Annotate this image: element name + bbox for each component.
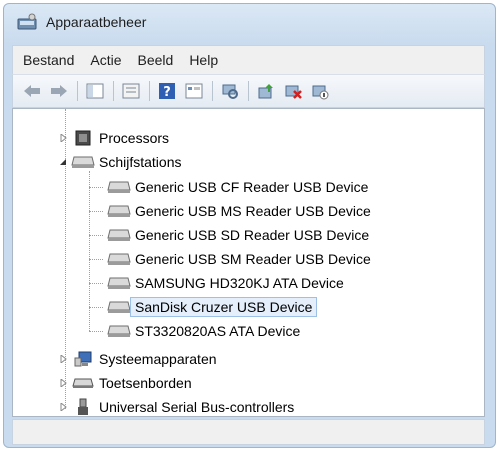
tree-node-label: Schijfstations bbox=[99, 154, 182, 170]
tree-node-label: Universal Serial Bus-controllers bbox=[99, 399, 295, 415]
tree-node-label: Processors bbox=[99, 130, 170, 146]
tree-node-label: SAMSUNG HD320KJ ATA Device bbox=[135, 275, 344, 291]
disk-drive-icon bbox=[107, 250, 131, 268]
tree-node-toetsenborden[interactable]: Toetsenborden bbox=[57, 371, 192, 395]
toolbar-separator bbox=[212, 81, 213, 101]
expand-arrow-icon[interactable] bbox=[57, 353, 69, 365]
expand-arrow-icon[interactable] bbox=[57, 132, 69, 144]
toolbar-separator bbox=[77, 81, 78, 101]
toolbar-separator bbox=[149, 81, 150, 101]
tree-node-schijfstations[interactable]: Schijfstations bbox=[57, 150, 181, 174]
forward-arrow-icon[interactable] bbox=[48, 80, 70, 102]
scan-hardware-icon[interactable] bbox=[219, 80, 241, 102]
toolbar-separator bbox=[248, 81, 249, 101]
help-icon[interactable]: ? bbox=[156, 80, 178, 102]
disk-drive-icon bbox=[71, 153, 95, 171]
menu-help[interactable]: Help bbox=[189, 52, 218, 68]
disable-icon[interactable] bbox=[309, 80, 331, 102]
back-arrow-icon[interactable] bbox=[21, 80, 43, 102]
menu-bar: Bestand Actie Beeld Help bbox=[12, 45, 485, 74]
disk-drive-icon bbox=[107, 274, 131, 292]
tree-connector-line bbox=[89, 283, 103, 284]
tree-node-device[interactable]: Generic USB CF Reader USB Device bbox=[107, 175, 368, 199]
tree-node-device[interactable]: Generic USB SM Reader USB Device bbox=[107, 247, 371, 271]
menu-bestand[interactable]: Bestand bbox=[23, 52, 74, 68]
tree-node-device[interactable]: Generic USB MS Reader USB Device bbox=[107, 199, 371, 223]
tree-connector-line bbox=[89, 235, 103, 236]
status-bar bbox=[12, 419, 485, 445]
tree-connector-line bbox=[89, 211, 103, 212]
view-icon[interactable] bbox=[183, 80, 205, 102]
tree-connector-line bbox=[89, 331, 103, 332]
disk-drive-icon bbox=[107, 298, 131, 316]
disk-drive-icon bbox=[107, 226, 131, 244]
tree-node-device[interactable]: ST3320820AS ATA Device bbox=[107, 319, 300, 343]
disk-drive-icon bbox=[107, 322, 131, 340]
tree-node-device[interactable]: Generic USB SD Reader USB Device bbox=[107, 223, 369, 247]
tree-node-label: Toetsenborden bbox=[99, 375, 192, 391]
device-manager-icon bbox=[17, 13, 37, 30]
tree-node-label: Generic USB MS Reader USB Device bbox=[135, 203, 371, 219]
menu-beeld[interactable]: Beeld bbox=[138, 52, 174, 68]
properties-icon[interactable] bbox=[120, 80, 142, 102]
tree-node-label: Generic USB SD Reader USB Device bbox=[135, 227, 370, 243]
tree-node-processors[interactable]: Processors bbox=[57, 126, 169, 150]
processor-icon bbox=[71, 129, 95, 147]
toolbar: ? bbox=[12, 74, 485, 108]
update-driver-icon[interactable] bbox=[255, 80, 277, 102]
device-manager-window: Apparaatbeheer Bestand Actie Beeld Help … bbox=[3, 3, 496, 448]
uninstall-icon[interactable] bbox=[282, 80, 304, 102]
toolbar-separator bbox=[113, 81, 114, 101]
menu-actie[interactable]: Actie bbox=[90, 52, 121, 68]
system-devices-icon bbox=[71, 350, 95, 368]
device-tree[interactable]: Processors Schijfstations Generic USB CF… bbox=[12, 108, 485, 417]
usb-controller-icon bbox=[71, 398, 95, 416]
window-title: Apparaatbeheer bbox=[46, 14, 147, 30]
tree-connector-line bbox=[89, 259, 103, 260]
svg-text:?: ? bbox=[163, 85, 171, 100]
tree-node-label: Systeemapparaten bbox=[99, 351, 217, 367]
tree-node-label: ST3320820AS ATA Device bbox=[135, 323, 301, 339]
expand-arrow-icon[interactable] bbox=[57, 401, 69, 413]
keyboard-icon bbox=[71, 374, 95, 392]
disk-drive-icon bbox=[107, 178, 131, 196]
tree-node-systeemapparaten[interactable]: Systeemapparaten bbox=[57, 347, 217, 371]
title-bar[interactable]: Apparaatbeheer bbox=[4, 4, 495, 40]
tree-node-label: Generic USB CF Reader USB Device bbox=[135, 179, 369, 195]
tree-node-usb-controllers[interactable]: Universal Serial Bus-controllers bbox=[57, 395, 295, 416]
disk-drive-icon bbox=[107, 202, 131, 220]
tree-connector-line bbox=[89, 307, 103, 308]
tree-node-device-selected[interactable]: SanDisk Cruzer USB Device bbox=[107, 295, 318, 319]
tree-node-label: SanDisk Cruzer USB Device bbox=[130, 297, 318, 317]
collapse-arrow-icon[interactable] bbox=[57, 156, 69, 168]
tree-connector-line bbox=[89, 187, 103, 188]
tree-node-label: Generic USB SM Reader USB Device bbox=[135, 251, 371, 267]
tree-node-device[interactable]: SAMSUNG HD320KJ ATA Device bbox=[107, 271, 344, 295]
show-hide-tree-icon[interactable] bbox=[84, 80, 106, 102]
expand-arrow-icon[interactable] bbox=[57, 377, 69, 389]
